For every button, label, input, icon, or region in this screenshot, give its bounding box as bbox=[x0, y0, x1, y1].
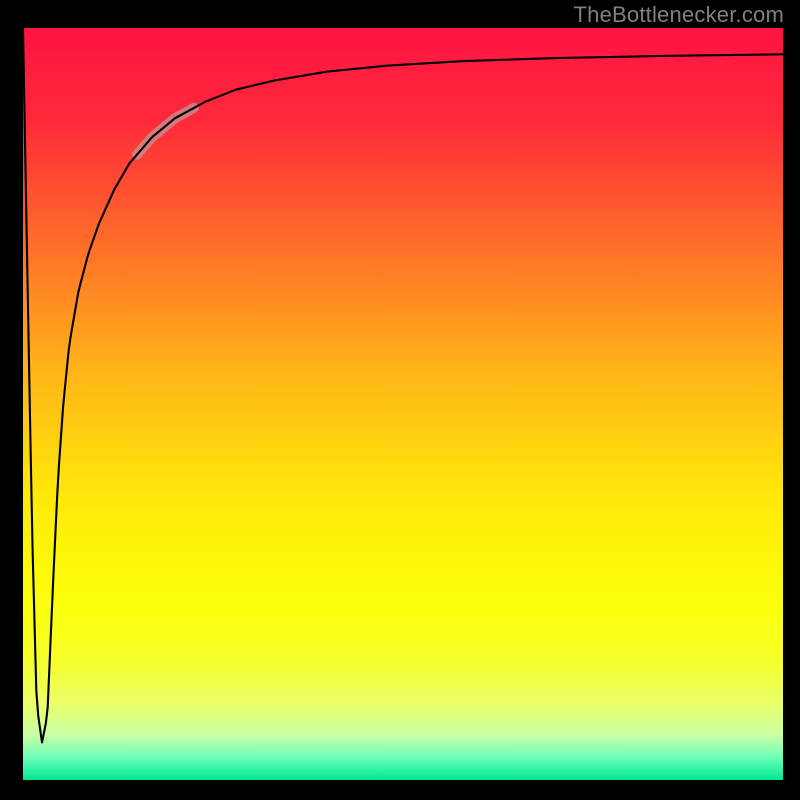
chart-svg bbox=[0, 0, 800, 800]
attribution-text: TheBottlenecker.com bbox=[574, 2, 784, 28]
plot-background bbox=[23, 28, 783, 780]
chart-container: TheBottlenecker.com bbox=[0, 0, 800, 800]
